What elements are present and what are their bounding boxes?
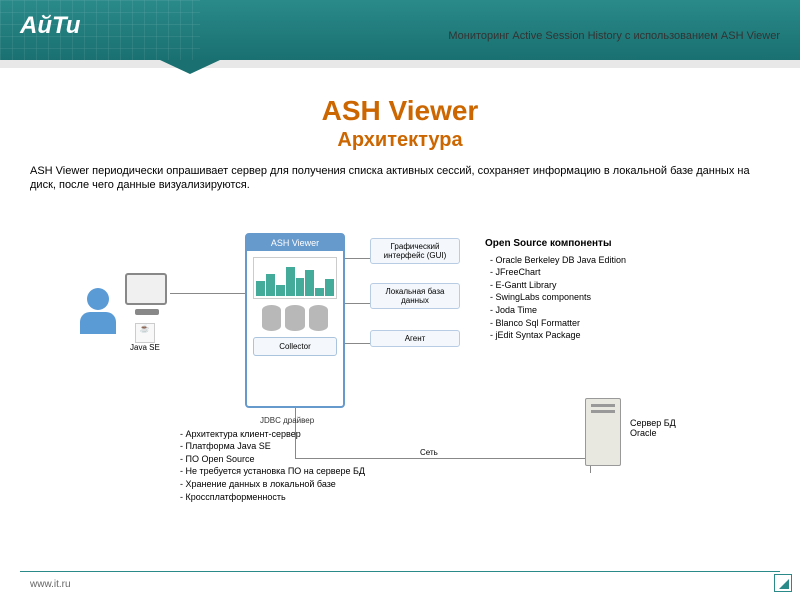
slide-content: ASH Viewer Архитектура ASH Viewer период… [0,60,800,518]
main-title: ASH Viewer [30,95,770,127]
connector-line [345,343,370,344]
localdb-box: Локальная база данных [370,283,460,309]
opensource-list: - Oracle Berkeley DB Java Edition - JFre… [490,254,626,342]
connector-line [170,293,245,294]
server-icon [585,398,625,473]
company-logo: АйТи [20,12,80,40]
server-label: Сервер БД Oracle [630,418,676,440]
opensource-title: Open Source компоненты [485,238,612,249]
ash-viewer-title: ASH Viewer [247,235,343,251]
jdbc-label: JDBC драйвер [260,416,314,425]
header-divider [0,60,800,68]
monitor-icon [125,273,167,305]
architecture-diagram: ☕ Java SE ASH Viewer Collector JDBC драй… [30,208,770,498]
header-triangle [160,60,220,74]
slide-header: АйТи Мониторинг Active Session History с… [0,0,800,60]
java-label: ☕ Java SE [130,323,160,352]
ash-viewer-box: ASH Viewer Collector [245,233,345,408]
chart-icon [253,257,337,299]
footer-url: www.it.ru [30,579,71,590]
gui-box: Графический интерфейс (GUI) [370,238,460,264]
connector-line [345,258,370,259]
agent-box: Агент [370,330,460,347]
connector-line [345,303,370,304]
collector-label: Collector [253,337,337,356]
header-breadcrumb: Мониторинг Active Session History с испо… [448,30,780,42]
description: ASH Viewer периодически опрашивает серве… [30,164,770,193]
database-icon [262,305,328,331]
user-icon [80,288,116,334]
architecture-list: - Архитектура клиент-сервер - Платформа … [180,428,365,504]
network-label: Сеть [420,448,438,457]
subtitle: Архитектура [30,129,770,152]
corner-icon [774,574,792,592]
footer-divider [20,571,780,572]
